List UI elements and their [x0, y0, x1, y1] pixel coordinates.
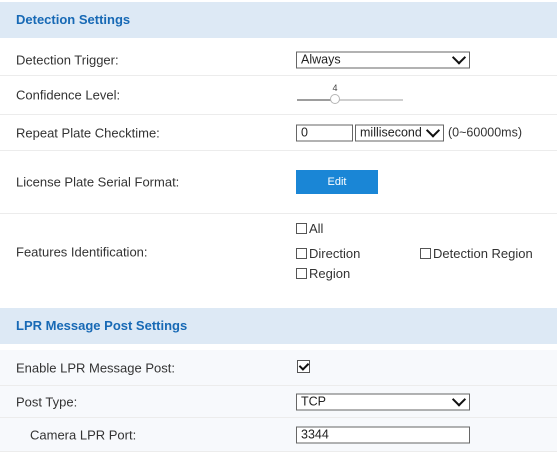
lpr-message-post-settings-header: LPR Message Post Settings — [0, 308, 557, 344]
chevron-down-icon — [451, 391, 467, 407]
feature-region-checkbox[interactable]: Region — [296, 266, 350, 281]
confidence-level-row: Confidence Level: 4 — [0, 76, 557, 115]
feature-direction-checkbox[interactable]: Direction — [296, 246, 360, 261]
repeat-plate-checktime-label: Repeat Plate Checktime: — [16, 125, 160, 140]
chevron-down-icon — [425, 122, 441, 138]
confidence-level-value: 4 — [332, 83, 338, 93]
repeat-checktime-unit-value: millisecond — [360, 125, 422, 139]
license-plate-serial-format-row: License Plate Serial Format: Edit — [0, 151, 557, 214]
edit-button[interactable]: Edit — [296, 170, 378, 194]
feature-region-label: Region — [309, 266, 351, 281]
features-identification-label: Features Identification: — [16, 244, 148, 260]
detection-trigger-label: Detection Trigger: — [16, 52, 119, 67]
slider-thumb[interactable] — [330, 94, 340, 104]
feature-direction-label: Direction — [309, 246, 361, 261]
repeat-plate-checktime-row: Repeat Plate Checktime: 0 millisecond (0… — [0, 115, 557, 151]
license-plate-serial-format-label: License Plate Serial Format: — [16, 174, 180, 190]
camera-lpr-port-input[interactable]: 3344 — [296, 426, 470, 443]
checkbox-icon — [296, 223, 307, 234]
repeat-checktime-input[interactable]: 0 — [296, 124, 353, 141]
repeat-checktime-range: (0~60000ms) — [448, 125, 522, 140]
checkbox-icon — [296, 268, 307, 279]
feature-all-checkbox[interactable]: All — [296, 221, 323, 236]
repeat-checktime-unit-select[interactable]: millisecond — [355, 122, 444, 141]
detection-trigger-row: Detection Trigger: Always — [0, 44, 557, 76]
features-identification-row: Features Identification: All Direction D… — [0, 214, 557, 290]
detection-trigger-select[interactable]: Always — [296, 49, 470, 68]
post-type-value: TCP — [301, 394, 326, 408]
post-type-row: Post Type: TCP — [0, 386, 557, 418]
post-type-select[interactable]: TCP — [296, 391, 470, 410]
checkbox-icon — [420, 248, 431, 259]
confidence-level-label: Confidence Level: — [16, 87, 121, 103]
feature-all-label: All — [309, 221, 324, 236]
feature-detection-region-label: Detection Region — [433, 246, 533, 261]
detection-settings-header: Detection Settings — [0, 2, 557, 38]
enable-lpr-message-post-label: Enable LPR Message Post: — [16, 360, 175, 375]
features-checkbox-group: All Direction Detection Region Region — [296, 221, 556, 287]
checkbox-icon — [296, 248, 307, 259]
camera-lpr-port-label: Camera LPR Port: — [30, 427, 137, 442]
feature-detection-region-checkbox[interactable]: Detection Region — [420, 246, 533, 261]
camera-lpr-port-row: Camera LPR Port: 3344 — [0, 418, 557, 452]
chevron-down-icon — [451, 49, 467, 65]
enable-lpr-message-post-checkbox[interactable] — [297, 359, 312, 376]
detection-trigger-value: Always — [301, 52, 341, 66]
post-type-label: Post Type: — [16, 394, 78, 409]
checkbox-checked-icon — [297, 359, 310, 373]
enable-lpr-message-post-row: Enable LPR Message Post: — [0, 350, 557, 386]
confidence-level-slider[interactable]: 4 — [297, 83, 403, 106]
